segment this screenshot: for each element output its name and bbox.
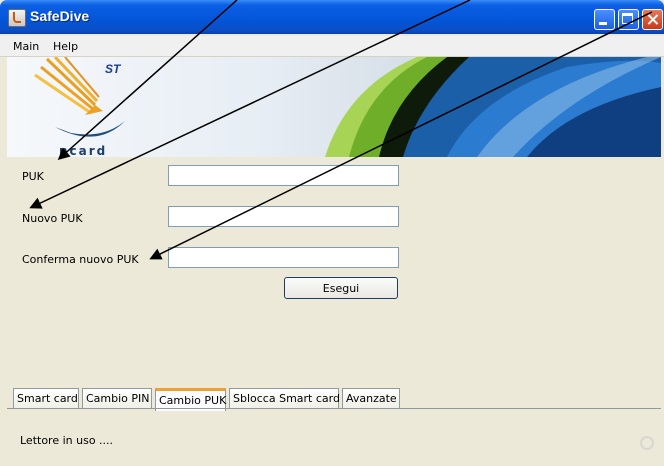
arrow-to-puk [57, 0, 238, 160]
arrow-to-new-puk [29, 0, 471, 209]
annotation-arrows [29, 0, 653, 260]
arrow-to-confirm-puk [149, 11, 653, 260]
